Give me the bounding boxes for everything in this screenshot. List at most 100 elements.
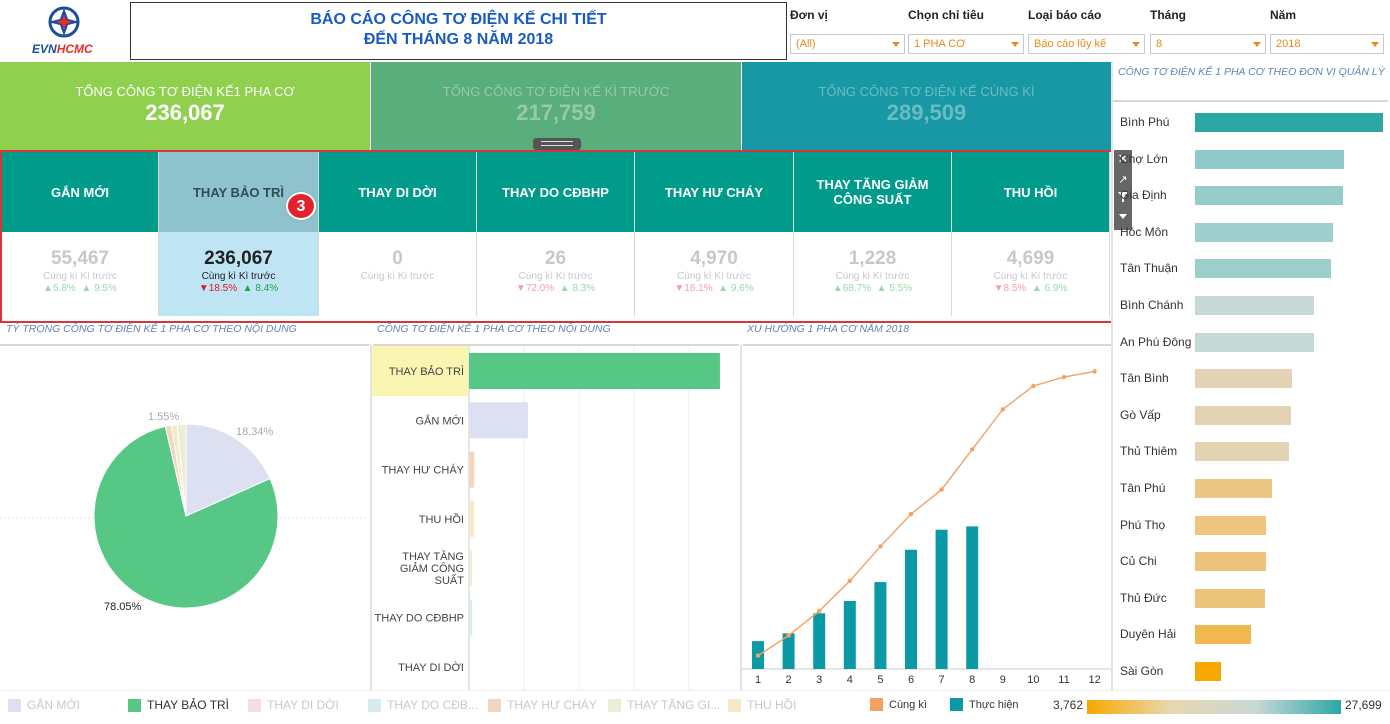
content-bar[interactable] — [469, 500, 474, 537]
chevron-down-icon[interactable] — [1253, 42, 1261, 47]
filter-dropdown[interactable]: Báo cáo lũy kế — [1028, 34, 1145, 54]
resize-handle[interactable] — [533, 138, 581, 150]
legend-item[interactable]: GẮN MỚI — [8, 698, 80, 712]
cung-ki-line — [757, 370, 1095, 657]
unit-bar[interactable] — [1195, 405, 1292, 425]
unit-label: Bình Chánh — [1120, 298, 1184, 312]
step-badge: 3 — [286, 192, 316, 220]
kpi-label: TỔNG CÔNG TƠ ĐIỆN KẾ1 PHA CƠ — [75, 84, 295, 99]
thuc-hien-bar[interactable] — [843, 601, 856, 669]
filter-dropdown[interactable]: 1 PHA CƠ — [908, 34, 1024, 54]
legend-item[interactable]: THAY DO CĐB... — [368, 698, 478, 712]
chevron-down-icon[interactable] — [1011, 42, 1019, 47]
cung-ki-point[interactable] — [847, 578, 852, 584]
cung-ki-point[interactable] — [755, 653, 761, 658]
pie-chart: 78.05% 18.34% 1.55% — [0, 411, 368, 613]
evn-logo: EVNHCMC — [0, 0, 128, 60]
trend-legend-item[interactable]: Cùng kì — [870, 698, 927, 711]
cung-ki-point[interactable] — [817, 608, 822, 614]
external-link-icon[interactable]: ↗ — [1114, 170, 1132, 190]
unit-bar[interactable] — [1195, 625, 1252, 645]
unit-bar[interactable] — [1195, 149, 1345, 169]
legend-label: THAY HƯ CHÁY — [507, 698, 597, 712]
thuc-hien-bar[interactable] — [874, 582, 887, 669]
filter-thang[interactable]: Tháng 8 — [1150, 8, 1266, 54]
unit-bar[interactable] — [1195, 442, 1289, 462]
x-tick-label: 4 — [847, 674, 853, 686]
unit-bar[interactable] — [1195, 186, 1343, 206]
cung-ki-point[interactable] — [908, 511, 914, 517]
thuc-hien-bar[interactable] — [966, 526, 979, 669]
chevron-down-icon[interactable] — [1371, 42, 1379, 47]
cung-ki-point[interactable] — [786, 633, 791, 638]
legend-item[interactable]: THU HỒI — [728, 698, 796, 712]
legend-label: THAY DO CĐB... — [387, 698, 478, 712]
highlight-box — [0, 150, 1113, 323]
unit-bar[interactable] — [1195, 296, 1314, 315]
cung-ki-point[interactable] — [1092, 369, 1097, 374]
more-options-icon[interactable] — [1114, 210, 1132, 226]
chevron-down-icon[interactable] — [892, 42, 900, 47]
scale-max: 27,699 — [1345, 698, 1382, 712]
unit-bar[interactable] — [1195, 222, 1333, 242]
unit-bar[interactable] — [1195, 515, 1267, 535]
report-title-line2: ĐẾN THÁNG 8 NĂM 2018 — [363, 31, 554, 48]
thuc-hien-bar[interactable] — [935, 529, 948, 669]
kpi-value: 289,509 — [886, 100, 967, 125]
filter-nam[interactable]: Năm 2018 — [1270, 8, 1384, 54]
filter-loai-bao-cao[interactable]: Loại báo cáo Báo cáo lũy kế — [1028, 8, 1145, 54]
filter-chi-tieu[interactable]: Chọn chỉ tiêu 1 PHA CƠ — [908, 8, 1024, 54]
unit-bar[interactable] — [1195, 552, 1266, 572]
content-bar[interactable] — [469, 353, 720, 389]
content-bar[interactable] — [469, 451, 475, 488]
content-bar[interactable] — [469, 599, 472, 636]
bar-category-label: THU HỒI — [419, 513, 464, 526]
legend-swatch — [8, 698, 21, 712]
scale-min: 3,762 — [1053, 698, 1084, 712]
legend-item[interactable]: THAY HƯ CHÁY — [488, 698, 597, 712]
cung-ki-point[interactable] — [1000, 407, 1005, 412]
filter-dropdown[interactable]: 2018 — [1270, 34, 1384, 54]
filter-dropdown[interactable]: (All) — [790, 34, 905, 54]
cung-ki-point[interactable] — [939, 487, 944, 492]
filter-dropdown[interactable]: 8 — [1150, 34, 1266, 54]
thuc-hien-bar[interactable] — [813, 613, 826, 669]
x-tick-label: 5 — [877, 674, 883, 686]
legend-item[interactable]: THAY DI DỜI — [248, 698, 339, 712]
unit-label: Phú Thọ — [1120, 517, 1166, 532]
x-tick-label: 6 — [908, 674, 914, 686]
legend-label: GẮN MỚI — [27, 698, 80, 712]
bar-category-label: THAY TĂNG — [402, 550, 464, 563]
cung-ki-point[interactable] — [1061, 374, 1067, 380]
unit-bar[interactable] — [1195, 332, 1314, 352]
unit-bar[interactable] — [1195, 662, 1221, 681]
filter-value: (All) — [796, 38, 816, 50]
content-bar[interactable] — [469, 550, 472, 587]
legend-swatch — [248, 698, 261, 712]
cung-ki-point[interactable] — [878, 544, 883, 549]
unit-bar[interactable] — [1195, 588, 1265, 608]
legend-item[interactable]: THAY TĂNG GI... — [608, 698, 720, 712]
cung-ki-point[interactable] — [1031, 383, 1036, 389]
filter-label: Năm — [1270, 8, 1297, 22]
trend-legend-item[interactable]: Thực hiện — [950, 698, 1019, 711]
filter-don-vi[interactable]: Đơn vị (All) — [790, 8, 905, 54]
chevron-down-icon[interactable] — [1132, 42, 1140, 47]
unit-bar[interactable] — [1195, 369, 1293, 389]
trend-chart: 1 2 3 4 5 6 7 8 9 10 11 12 — [742, 369, 1111, 686]
cung-ki-point[interactable] — [970, 447, 975, 452]
filter-label: Chọn chỉ tiêu — [908, 8, 984, 22]
unit-bar[interactable] — [1195, 479, 1272, 498]
bar-title: CÔNG TƠ ĐIỆN KẾ 1 PHA CƠ THEO NỘI DUNG — [377, 323, 611, 335]
unit-label: Duyên Hải — [1120, 627, 1177, 642]
unit-label: Gò Vấp — [1120, 407, 1161, 422]
thuc-hien-bar[interactable] — [905, 549, 917, 669]
x-tick-label: 2 — [786, 674, 792, 686]
legend-swatch — [488, 698, 501, 712]
x-tick-label: 3 — [816, 674, 822, 686]
unit-bar[interactable] — [1195, 113, 1383, 132]
x-tick-label: 7 — [939, 674, 945, 686]
legend-item[interactable]: THAY BẢO TRÌ — [128, 698, 229, 712]
unit-bar[interactable] — [1195, 259, 1331, 279]
content-bar[interactable] — [469, 402, 528, 439]
